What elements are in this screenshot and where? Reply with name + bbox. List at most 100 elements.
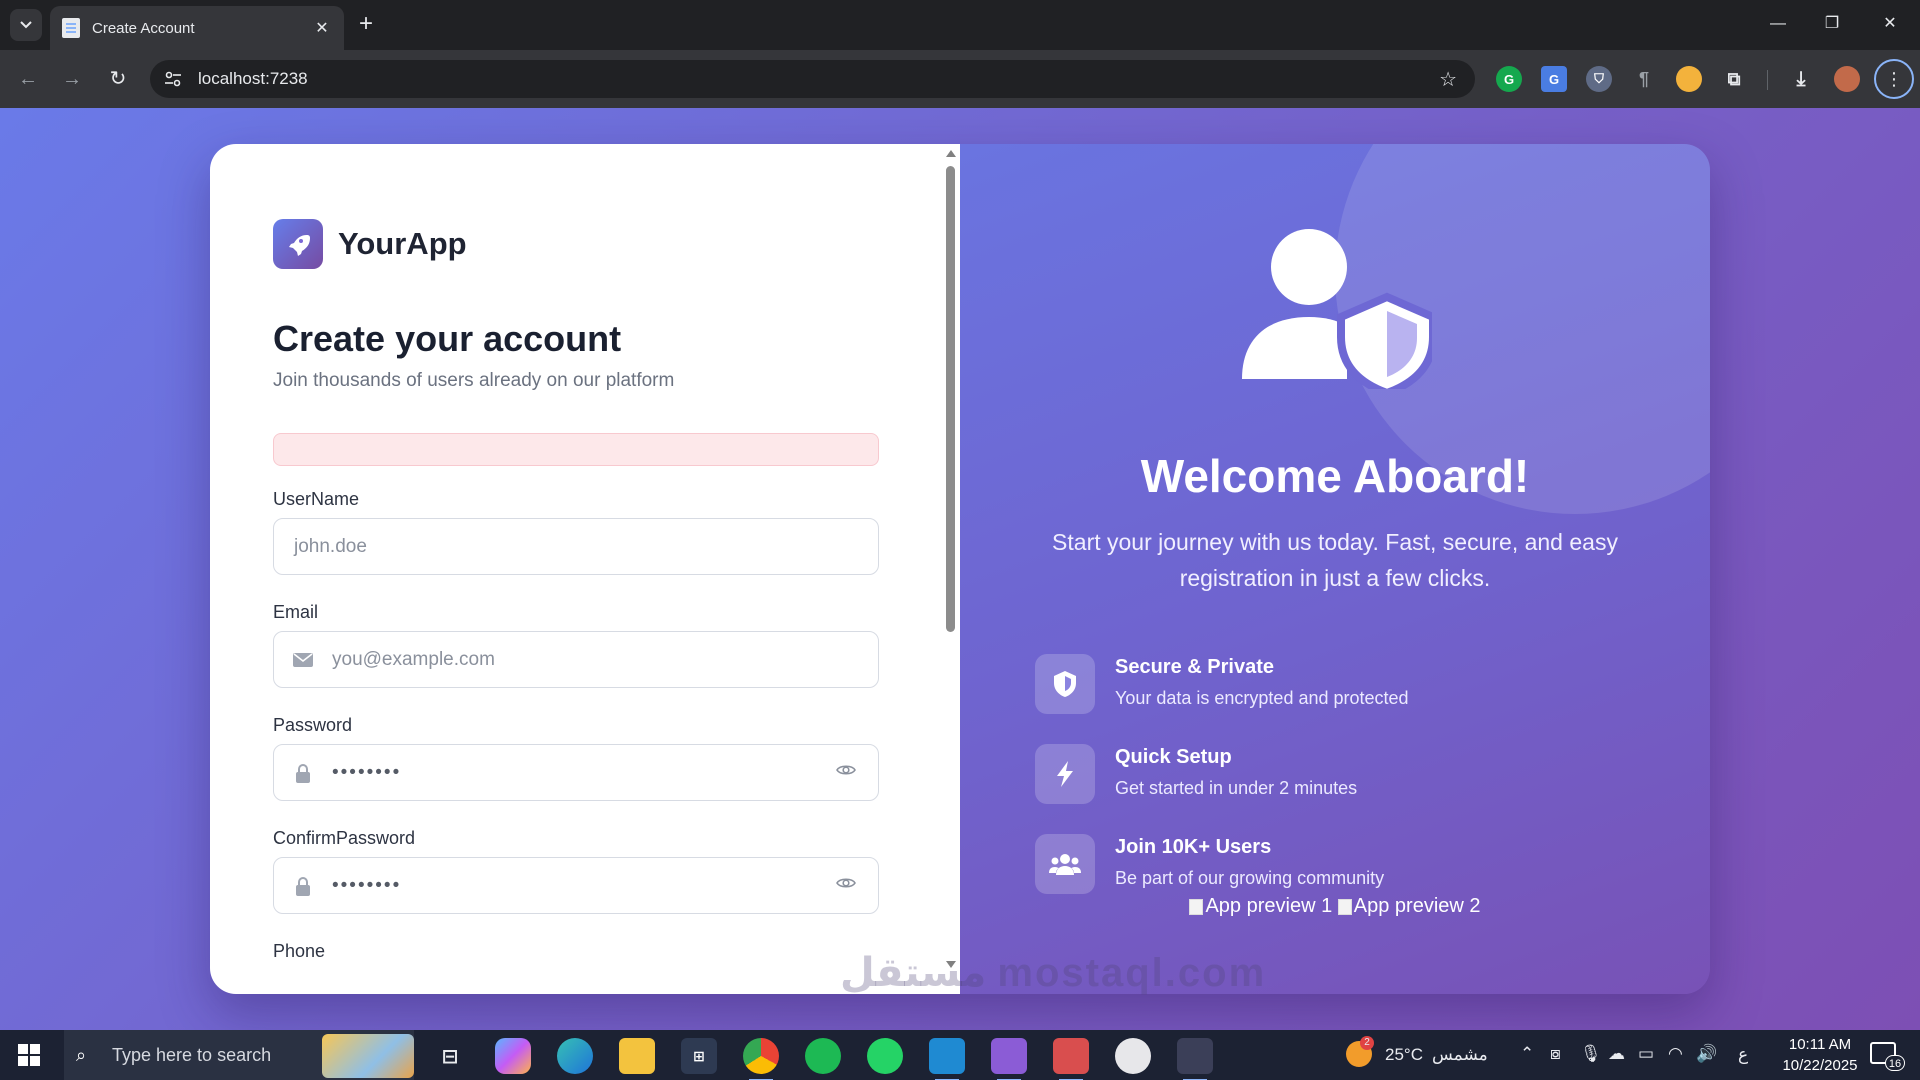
tab-title: Create Account (92, 19, 195, 37)
bookmark-star-icon[interactable]: ☆ (1439, 67, 1457, 92)
taskbar-search-placeholder: Type here to search (112, 1044, 272, 1065)
envelope-icon (292, 652, 314, 667)
browser-tab-bar: Create Account ✕ + — ❐ ✕ (0, 0, 1920, 50)
show-confirm-password-eye-icon[interactable] (836, 876, 856, 895)
feature-title: Secure & Private (1115, 656, 1274, 678)
battery-icon[interactable]: ▭ (1638, 1044, 1654, 1064)
weather-temperature[interactable]: 25°C (1385, 1045, 1423, 1065)
page-title: Create your account (273, 318, 622, 359)
feature-title: Quick Setup (1115, 746, 1232, 768)
microphone-tray-icon[interactable]: 🎙 (1580, 1044, 1602, 1064)
user-shield-icon (1242, 229, 1437, 398)
preview-alt-text: App preview 1 (1205, 895, 1333, 917)
download-icon[interactable]: ⤓ (1788, 66, 1814, 92)
coin-extension-icon[interactable] (1676, 66, 1702, 92)
onedrive-cloud-icon[interactable]: ☁ (1608, 1044, 1625, 1064)
password-field[interactable]: •••••••• (273, 744, 879, 801)
username-label: UserName (273, 489, 360, 509)
broken-image-icon (1337, 898, 1352, 915)
app-previews: App preview 1 App preview 2 (960, 895, 1710, 921)
back-arrow-icon[interactable]: ← (12, 63, 44, 95)
minimize-window-button[interactable]: — (1758, 8, 1798, 40)
url-text[interactable]: localhost:7238 (198, 69, 1439, 89)
confirm-password-value: •••••••• (332, 874, 402, 896)
weather-badge: 2 (1360, 1036, 1374, 1050)
profile-avatar[interactable] (1834, 66, 1860, 92)
lock-icon (292, 876, 314, 896)
feature-item-community: Join 10K+ Users Be part of our growing c… (1035, 834, 1635, 896)
volume-icon[interactable]: 🔊 (1696, 1044, 1717, 1064)
scroll-up-arrow-icon[interactable] (946, 150, 956, 157)
scroll-thumb[interactable] (946, 166, 955, 632)
microsoft-store-icon[interactable]: ⊞ (681, 1038, 717, 1074)
preview-alt-text: App preview 2 (1353, 895, 1481, 917)
email-label: Email (273, 602, 319, 622)
shield-icon (1035, 654, 1095, 714)
show-hidden-icons-chevron-icon[interactable]: ⌃ (1520, 1044, 1534, 1064)
taskbar-search-box[interactable]: ⌕ Type here to search (64, 1030, 414, 1080)
tab-search-chevron-icon[interactable] (10, 9, 42, 41)
camera-tray-icon[interactable]: ⧇ (1550, 1044, 1561, 1064)
page-subtitle: Join thousands of users already on our p… (273, 370, 675, 391)
copilot-icon[interactable] (495, 1038, 531, 1074)
site-info-icon[interactable] (158, 64, 188, 94)
password-value: •••••••• (332, 761, 402, 783)
page-favicon-icon (62, 18, 80, 38)
search-icon: ⌕ (76, 1044, 87, 1065)
feature-title: Join 10K+ Users (1115, 836, 1272, 858)
reload-icon[interactable]: ↻ (102, 63, 134, 95)
browser-menu-icon[interactable]: ⋮ (1874, 59, 1914, 99)
error-alert (273, 433, 879, 466)
tab-close-icon[interactable]: ✕ (312, 18, 332, 38)
windows-start-icon[interactable] (18, 1044, 40, 1066)
terminal-icon[interactable] (1177, 1038, 1213, 1080)
whatsapp-icon[interactable] (867, 1038, 903, 1074)
app-preview-1-image: App preview 1 (1189, 895, 1332, 918)
broken-image-icon (1189, 898, 1204, 915)
taskbar-clock[interactable]: 10:11 AM 10/22/2025 (1765, 1034, 1875, 1076)
address-bar[interactable]: localhost:7238 ☆ (150, 60, 1475, 98)
chrome-browser-icon[interactable] (743, 1038, 779, 1080)
signup-card: YourApp Create your account Join thousan… (210, 144, 1710, 994)
app-preview-2-image: App preview 2 (1337, 895, 1481, 918)
username-field[interactable]: john.doe (273, 518, 879, 575)
bolt-icon (1035, 744, 1095, 804)
confirm-password-field[interactable]: •••••••• (273, 857, 879, 914)
wifi-icon[interactable]: ◠ (1668, 1044, 1683, 1064)
translate-extension-icon[interactable]: G (1541, 66, 1567, 92)
restore-window-button[interactable]: ❐ (1812, 8, 1852, 40)
phone-label: Phone (273, 941, 326, 961)
clock-time: 10:11 AM (1788, 1036, 1852, 1053)
close-window-button[interactable]: ✕ (1870, 8, 1910, 40)
show-password-eye-icon[interactable] (836, 763, 856, 782)
browser-tab-create-account[interactable]: Create Account ✕ (50, 6, 344, 50)
edge-browser-icon[interactable] (557, 1038, 593, 1074)
office-app-icon[interactable] (1053, 1038, 1089, 1080)
feature-description: Get started in under 2 minutes (1115, 778, 1358, 798)
extensions-puzzle-icon[interactable]: ⧉ (1721, 66, 1747, 92)
new-tab-button[interactable]: + (352, 10, 380, 38)
file-explorer-icon[interactable] (619, 1038, 655, 1074)
forward-arrow-icon[interactable]: → (56, 63, 88, 95)
vscode-icon[interactable] (929, 1038, 965, 1080)
page-viewport: YourApp Create your account Join thousan… (0, 108, 1920, 1030)
confirm-password-label: ConfirmPassword (273, 828, 416, 848)
feature-item-quick-setup: Quick Setup Get started in under 2 minut… (1035, 744, 1635, 806)
search-highlight-image (322, 1034, 414, 1078)
rocket-logo-icon (273, 219, 323, 269)
browser-toolbar: ← → ↻ localhost:7238 ☆ G G ⛉ ¶ ⧉ ⤓ ⋮ (0, 50, 1920, 108)
task-view-icon[interactable]: ⊟ (432, 1038, 468, 1074)
feature-description: Your data is encrypted and protected (1115, 688, 1409, 708)
email-field[interactable]: you@example.com (273, 631, 879, 688)
shield-extension-icon[interactable]: ⛉ (1586, 66, 1612, 92)
spotify-icon[interactable] (805, 1038, 841, 1074)
windows-taskbar: ⌕ Type here to search ⊟ ⊞ 2 25°C مشمس ⌃ … (0, 1030, 1920, 1080)
weather-description[interactable]: مشمس (1432, 1045, 1488, 1065)
form-scrollbar[interactable] (942, 144, 960, 994)
text-extension-icon[interactable]: ¶ (1631, 66, 1657, 92)
visual-studio-icon[interactable] (991, 1038, 1027, 1080)
paint-app-icon[interactable] (1115, 1038, 1151, 1074)
grammarly-extension-icon[interactable]: G (1496, 66, 1522, 92)
lock-icon (292, 763, 314, 783)
input-language-indicator[interactable]: ع (1738, 1045, 1748, 1065)
